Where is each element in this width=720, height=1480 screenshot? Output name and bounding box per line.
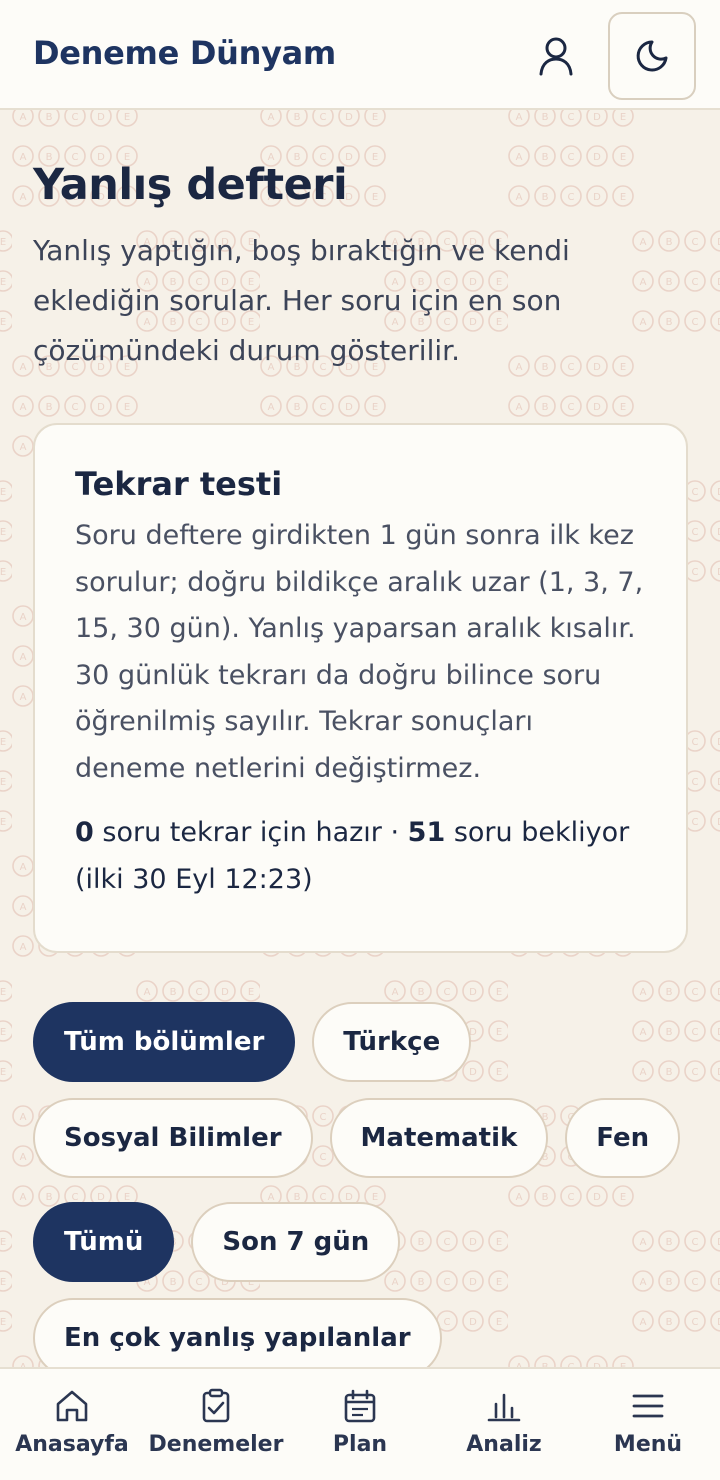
waiting-count: 51 bbox=[407, 817, 446, 848]
review-test-card: Tekrar testi Soru deftere girdikten 1 gü… bbox=[33, 423, 688, 953]
ready-label: soru tekrar için hazır · bbox=[93, 817, 408, 848]
card-title: Tekrar testi bbox=[75, 465, 283, 503]
filter-chip-all-time[interactable]: Tümü bbox=[33, 1202, 175, 1282]
filter-chip-science[interactable]: Fen bbox=[565, 1098, 681, 1178]
nav-item-menu[interactable]: Menü bbox=[576, 1369, 720, 1480]
user-icon bbox=[539, 37, 573, 76]
page-title: Yanlış defteri bbox=[33, 160, 348, 210]
nav-item-plan[interactable]: Plan bbox=[288, 1369, 432, 1480]
app-header: Deneme Dünyam bbox=[0, 0, 720, 110]
nav-label-exams: Denemeler bbox=[148, 1432, 284, 1457]
section-filter-row-2: Sosyal Bilimler Matematik Fen bbox=[33, 1098, 681, 1178]
nav-label-plan: Plan bbox=[332, 1432, 388, 1457]
page-description: Yanlış yaptığın, boş bıraktığın ve kendi… bbox=[33, 234, 570, 367]
card-description: Soru deftere girdikten 1 gün sonra ilk k… bbox=[75, 520, 644, 784]
menu-icon bbox=[632, 1394, 664, 1418]
time-filter-row-2: En çok yanlış yapılanlar bbox=[33, 1298, 442, 1368]
filter-chip-mathematics[interactable]: Matematik bbox=[329, 1098, 549, 1178]
bottom-navigation: Anasayfa Denemeler Plan Analiz Menü bbox=[0, 1367, 720, 1480]
section-filter-row-1: Tüm bölümler Türkçe bbox=[33, 1002, 472, 1082]
filter-chip-turkish[interactable]: Türkçe bbox=[312, 1002, 472, 1082]
main-content: Yanlış defteri Yanlış yaptığın, boş bıra… bbox=[0, 110, 720, 1368]
nav-label-home: Anasayfa bbox=[15, 1432, 129, 1457]
nav-item-home[interactable]: Anasayfa bbox=[0, 1369, 144, 1480]
filter-chip-all-sections[interactable]: Tüm bölümler bbox=[33, 1002, 296, 1082]
filter-chip-most-missed[interactable]: En çok yanlış yapılanlar bbox=[33, 1298, 442, 1368]
filter-chip-last-7-days[interactable]: Son 7 gün bbox=[191, 1202, 401, 1282]
nav-label-menu: Menü bbox=[613, 1432, 683, 1457]
nav-item-analysis[interactable]: Analiz bbox=[432, 1369, 576, 1480]
clipboard-check-icon bbox=[202, 1388, 230, 1423]
calendar-icon bbox=[344, 1389, 376, 1423]
profile-button[interactable] bbox=[532, 32, 580, 80]
nav-label-analysis: Analiz bbox=[466, 1432, 542, 1457]
bar-chart-icon bbox=[487, 1393, 521, 1422]
time-filter-row-1: Tümü Son 7 gün bbox=[33, 1202, 401, 1282]
moon-icon bbox=[636, 40, 668, 72]
home-icon bbox=[56, 1390, 88, 1422]
app-brand[interactable]: Deneme Dünyam bbox=[33, 34, 336, 72]
theme-toggle-button[interactable] bbox=[608, 12, 696, 100]
nav-item-exams[interactable]: Denemeler bbox=[144, 1369, 288, 1480]
review-stats: 0 soru tekrar için hazır · 51 soru bekli… bbox=[75, 810, 646, 903]
ready-count: 0 bbox=[75, 817, 94, 848]
filter-chip-social-sciences[interactable]: Sosyal Bilimler bbox=[33, 1098, 313, 1178]
